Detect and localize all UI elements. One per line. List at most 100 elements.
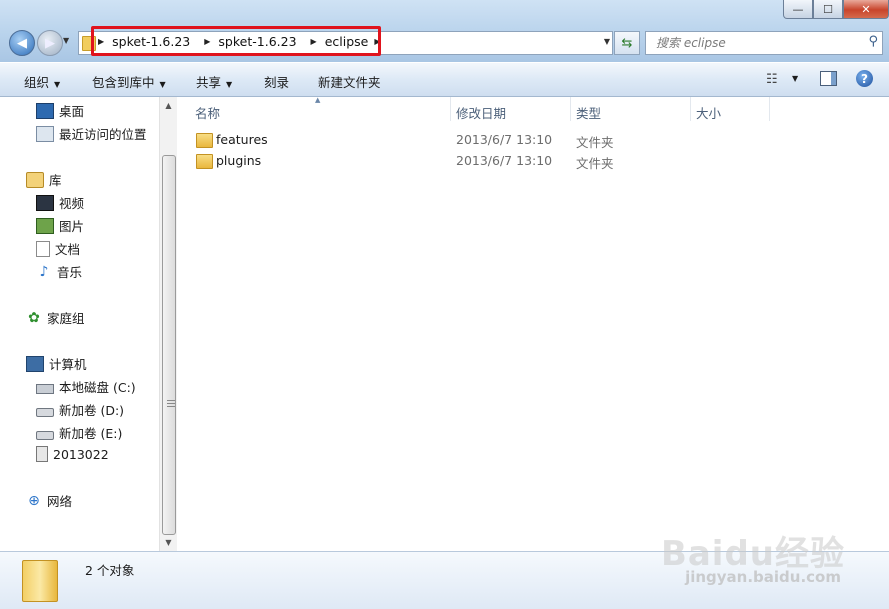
column-header-type[interactable]: 类型 [576,103,601,122]
drive-icon [36,407,54,417]
file-date: 2013/6/7 13:10 [456,132,553,147]
video-icon [36,194,54,211]
nav-label: 最近访问的位置 [59,127,147,142]
nav-label: 库 [49,173,62,188]
column-divider[interactable] [769,97,770,121]
network-icon: ⊕ [28,492,40,509]
drive-icon [36,430,54,440]
nav-scrollbar[interactable]: ▲ ▼ [159,97,177,551]
new-folder-button[interactable]: 新建文件夹 [318,72,381,91]
file-date: 2013/6/7 13:10 [456,153,553,168]
nav-item-videos[interactable]: 视频 [36,193,84,212]
column-divider[interactable] [690,97,691,121]
nav-item-drive-e[interactable]: 新加卷 (E:) [36,423,122,442]
computer-icon [26,355,44,372]
nav-item-music[interactable]: ♪ 音乐 [36,262,82,281]
highlight-box [91,26,381,56]
file-type: 文件夹 [576,156,614,171]
organize-label: 组织 [24,75,50,90]
view-dropdown[interactable]: ▼ [792,74,798,83]
library-icon [26,171,44,188]
organize-menu[interactable]: 组织 ▼ [24,72,60,91]
nav-label: 本地磁盘 (C:) [59,380,136,395]
homegroup-icon: ✿ [28,309,40,326]
sort-ascending-icon: ▲ [315,96,321,104]
scroll-thumb[interactable] [162,155,176,535]
search-box[interactable]: ⚲ [645,31,883,55]
folder-icon [22,560,58,602]
window-controls: — ☐ ✕ [783,0,889,19]
portable-device-icon [36,446,48,462]
column-header-size[interactable]: 大小 [696,103,721,122]
nav-label: 桌面 [59,104,85,119]
view-options-icon[interactable]: ☷ [766,72,778,87]
nav-item-drive-d[interactable]: 新加卷 (D:) [36,400,124,419]
caret-down-icon: ▼ [226,80,233,89]
music-icon: ♪ [39,263,49,280]
nav-item-recent[interactable]: 最近访问的位置 [36,124,147,143]
scroll-up-button[interactable]: ▲ [160,97,177,114]
nav-item-documents[interactable]: 文档 [36,239,80,258]
forward-button[interactable]: ▶ [37,30,63,56]
recent-pages-dropdown[interactable]: ▼ [63,36,69,45]
nav-label: 计算机 [49,357,87,372]
nav-item-computer[interactable]: 计算机 [26,354,87,373]
nav-item-desktop[interactable]: 桌面 [36,101,84,120]
nav-label: 网络 [47,494,73,509]
nav-label: 视频 [59,196,85,211]
include-in-library-menu[interactable]: 包含到库中 ▼ [92,72,166,91]
nav-label: 新加卷 (E:) [59,426,123,441]
nav-item-homegroup[interactable]: ✿ 家庭组 [26,308,84,327]
arrow-right-icon: ▶ [45,35,55,51]
close-button[interactable]: ✕ [843,0,889,19]
column-divider[interactable] [450,97,451,121]
address-history-dropdown[interactable]: ▼ [604,37,610,46]
title-bar: — ☐ ✕ ◀ ▶ ▼ ▼ ▶ spket-1.6.23 ▶ spket-1.6… [0,0,889,62]
nav-label: 图片 [59,219,85,234]
nav-item-device[interactable]: 2013022 [36,446,109,462]
watermark-url: jingyan.baidu.com [685,568,841,586]
grip-icon [167,400,175,408]
nav-label: 文档 [55,242,81,257]
share-label: 共享 [196,75,222,90]
folder-icon [196,133,213,148]
nav-label: 2013022 [53,446,109,462]
caret-down-icon: ▼ [159,80,166,89]
file-list: ▲ 名称 修改日期 类型 大小 features 2013/6/7 13:10 … [177,96,889,551]
caret-down-icon: ▼ [54,80,61,89]
minimize-button[interactable]: — [783,0,813,19]
burn-button[interactable]: 刻录 [264,72,289,91]
file-name: plugins [216,153,262,168]
file-type: 文件夹 [576,135,614,150]
nav-item-pictures[interactable]: 图片 [36,216,84,235]
navigation-pane: 桌面 最近访问的位置 库 视频 图片 文档 ♪ 音乐 ✿ 家庭组 计算机 本地磁盘 … [0,97,176,551]
column-header-date[interactable]: 修改日期 [456,103,506,122]
nav-label: 新加卷 (D:) [59,403,125,418]
help-icon[interactable]: ? [856,70,873,87]
search-icon[interactable]: ⚲ [868,34,878,49]
file-name: features [216,132,268,147]
nav-item-libraries[interactable]: 库 [26,170,62,189]
system-drive-icon [36,383,54,394]
back-button[interactable]: ◀ [9,30,35,56]
desktop-icon [36,102,54,119]
document-icon [36,240,50,257]
file-row[interactable]: features 2013/6/7 13:10 文件夹 [177,130,889,150]
arrow-left-icon: ◀ [17,35,27,51]
preview-pane-icon[interactable] [820,71,837,86]
details-pane: 2 个对象 Baidu经验 jingyan.baidu.com [0,534,889,609]
scroll-down-button[interactable]: ▼ [160,534,177,551]
share-menu[interactable]: 共享 ▼ [196,72,232,91]
nav-label: 音乐 [57,265,83,280]
maximize-button[interactable]: ☐ [813,0,843,19]
folder-icon [196,154,213,169]
nav-item-network[interactable]: ⊕ 网络 [26,491,72,510]
picture-icon [36,217,54,234]
search-input[interactable] [654,32,858,54]
nav-item-drive-c[interactable]: 本地磁盘 (C:) [36,377,136,396]
refresh-button[interactable]: ⇆ [614,31,640,55]
file-row[interactable]: plugins 2013/6/7 13:10 文件夹 [177,151,889,171]
column-divider[interactable] [570,97,571,121]
column-header-name[interactable]: 名称 [195,103,220,122]
item-count: 2 个对象 [85,563,135,578]
